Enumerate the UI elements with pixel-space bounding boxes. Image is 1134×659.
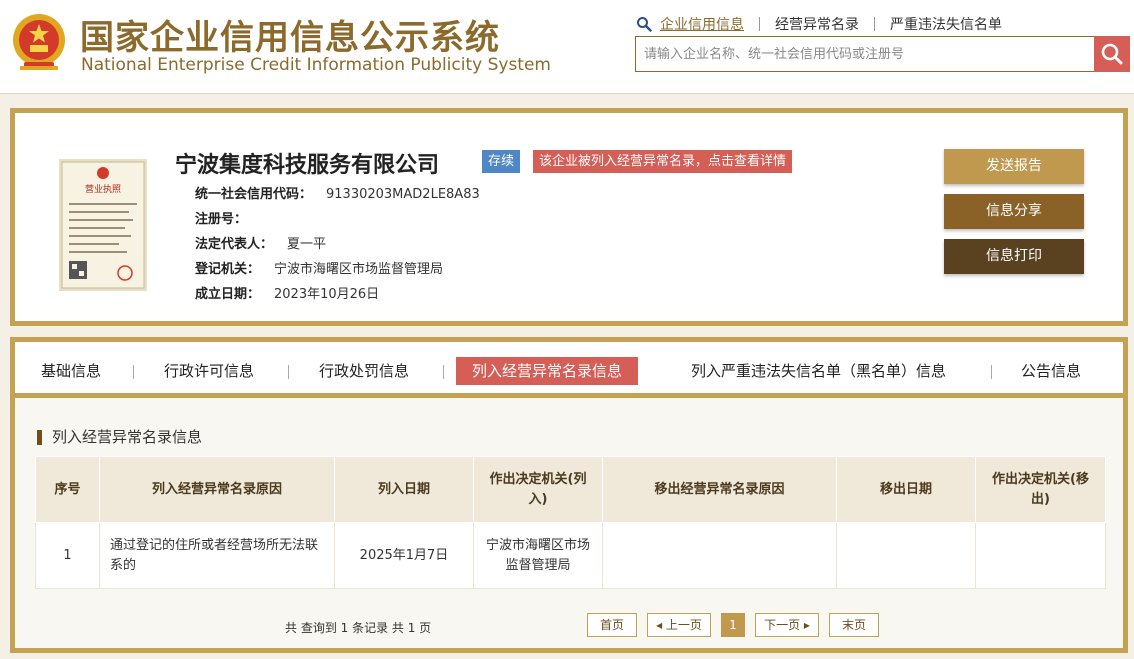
business-license-image[interactable]: 营业执照: [59, 159, 147, 291]
table-cell: 通过登记的住所或者经营场所无法联系的: [99, 522, 335, 589]
tab-bar: 基础信息 行政许可信息 行政处罚信息 列入经营异常名录信息 列入严重违法失信名单…: [15, 342, 1123, 398]
info-label: 法定代表人：: [195, 237, 274, 252]
column-header: 作出决定机关(列入): [473, 456, 603, 523]
current-page-button[interactable]: 1: [721, 613, 745, 637]
next-page-label: 下一页: [764, 618, 801, 632]
company-name: 宁波集度科技服务有限公司: [175, 153, 440, 178]
tab-divider: [443, 365, 444, 379]
search-button[interactable]: [1094, 36, 1130, 72]
national-emblem-icon[interactable]: [10, 12, 68, 74]
abnormal-records-table: 序号 列入经营异常名录原因 列入日期 作出决定机关(列入) 移出经营异常名录原因…: [35, 456, 1106, 589]
status-badge: 存续: [482, 150, 521, 173]
pagination-summary: 共 查询到 1 条记录 共 1 页: [285, 621, 432, 635]
column-header: 列入日期: [334, 456, 474, 523]
top-nav: 企业信用信息 经营异常名录 严重违法失信名单: [636, 14, 1002, 34]
info-legal-rep: 法定代表人： 夏一平: [195, 233, 326, 252]
prev-page-label: 上一页: [665, 618, 702, 632]
info-established-date: 成立日期： 2023年10月26日: [195, 283, 379, 302]
info-panel: 基础信息 行政许可信息 行政处罚信息 列入经营异常名录信息 列入严重违法失信名单…: [10, 337, 1128, 653]
info-credit-code: 统一社会信用代码： 91330203MAD2LE8A83: [195, 183, 480, 202]
info-value: 2023年10月26日: [274, 287, 380, 302]
site-header: 国家企业信用信息公示系统 National Enterprise Credit …: [0, 0, 1134, 94]
tab-divider: [991, 365, 992, 379]
tab-divider: [288, 365, 289, 379]
first-page-button[interactable]: 首页: [587, 613, 637, 637]
tab-announcements[interactable]: 公告信息: [1021, 357, 1081, 385]
send-report-button[interactable]: 发送报告: [944, 149, 1084, 184]
info-reg-number: 注册号：: [195, 208, 261, 227]
tab-divider: [133, 365, 134, 379]
last-page-button[interactable]: 末页: [829, 613, 879, 637]
column-header: 移出日期: [836, 456, 976, 523]
next-page-button[interactable]: 下一页 ▸: [755, 613, 819, 637]
info-value: 夏一平: [287, 237, 327, 252]
print-info-button[interactable]: 信息打印: [944, 239, 1084, 274]
table-cell: [602, 522, 837, 589]
info-label: 统一社会信用代码：: [195, 187, 313, 202]
search-box: [635, 36, 1095, 72]
license-title: 营业执照: [85, 183, 121, 195]
info-label: 成立日期：: [195, 287, 261, 302]
company-card: 营业执照 宁波集度科技服务有限公司 存续 该企业被列入经营异常名录，点击查看详情…: [10, 108, 1128, 326]
info-label: 注册号：: [195, 212, 248, 227]
tab-admin-license[interactable]: 行政许可信息: [164, 357, 254, 385]
table-cell: 2025年1月7日: [334, 522, 474, 589]
nav-link-abnormal-list[interactable]: 经营异常名录: [775, 14, 859, 34]
info-label: 登记机关：: [195, 262, 261, 277]
prev-page-button[interactable]: ◂ 上一页: [647, 613, 711, 637]
tab-abnormal-list[interactable]: 列入经营异常名录信息: [456, 357, 639, 385]
tab-basic-info[interactable]: 基础信息: [41, 357, 101, 385]
table-header-row: 序号 列入经营异常名录原因 列入日期 作出决定机关(列入) 移出经营异常名录原因…: [35, 456, 1106, 523]
abnormal-notice-link[interactable]: 该企业被列入经营异常名录，点击查看详情: [533, 150, 793, 173]
nav-link-enterprise-credit[interactable]: 企业信用信息: [660, 14, 744, 34]
column-header: 序号: [35, 456, 100, 523]
info-value: 宁波市海曙区市场监督管理局: [274, 262, 444, 277]
share-info-button[interactable]: 信息分享: [944, 194, 1084, 229]
column-header: 移出经营异常名录原因: [602, 456, 837, 523]
info-value: 91330203MAD2LE8A83: [326, 187, 480, 202]
section-title: 列入经营异常名录信息: [37, 430, 202, 445]
info-registration-authority: 登记机关： 宁波市海曙区市场监督管理局: [195, 258, 443, 277]
table-row: 1 通过登记的住所或者经营场所无法联系的 2025年1月7日 宁波市海曙区市场监…: [35, 522, 1106, 589]
column-header: 作出决定机关(移出): [975, 456, 1106, 523]
search-icon: [637, 17, 652, 32]
chevron-left-icon: ◂: [656, 618, 666, 632]
search-icon: [1101, 43, 1123, 65]
table-cell: [836, 522, 976, 589]
site-subtitle: National Enterprise Credit Information P…: [81, 55, 551, 75]
tab-admin-penalty[interactable]: 行政处罚信息: [319, 357, 409, 385]
nav-divider: [759, 17, 760, 31]
tab-blacklist[interactable]: 列入严重违法失信名单（黑名单）信息: [691, 357, 946, 385]
site-title: 国家企业信用信息公示系统: [80, 18, 500, 58]
table-cell: [975, 522, 1106, 589]
nav-link-blacklist[interactable]: 严重违法失信名单: [890, 14, 1002, 34]
nav-divider: [874, 17, 875, 31]
chevron-right-icon: ▸: [800, 618, 810, 632]
search-input[interactable]: [636, 37, 1094, 71]
column-header: 列入经营异常名录原因: [99, 456, 335, 523]
table-cell: 1: [35, 522, 100, 589]
table-cell: 宁波市海曙区市场监督管理局: [473, 522, 603, 589]
